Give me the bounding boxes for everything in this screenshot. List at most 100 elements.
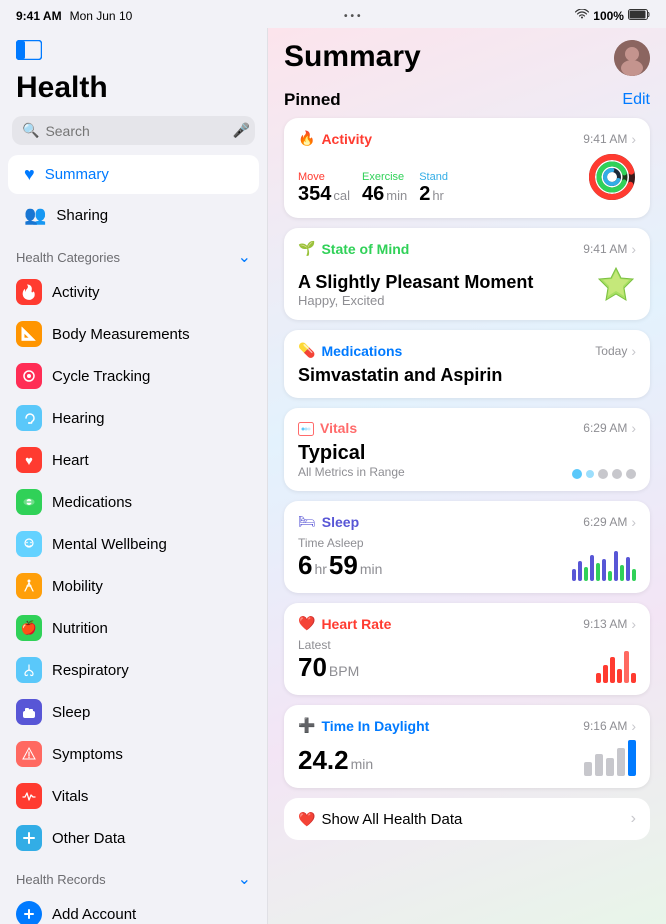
category-respiratory[interactable]: Respiratory: [0, 649, 267, 691]
daylight-card[interactable]: ➕ Time In Daylight 9:16 AM › 24.2 min: [284, 705, 650, 788]
other-icon: [16, 825, 42, 851]
mind-card-body: A Slightly Pleasant Moment Happy, Excite…: [298, 263, 636, 308]
meds-value: Simvastatin and Aspirin: [298, 365, 636, 386]
category-sleep[interactable]: Sleep: [0, 691, 267, 733]
status-bar: 9:41 AM Mon Jun 10 ••• 100%: [0, 0, 666, 28]
sleep-card[interactable]: 🛏 Sleep 6:29 AM › Time Asleep 6 hr 59 mi…: [284, 501, 650, 593]
daylight-card-time: 9:16 AM: [583, 719, 627, 733]
sleep-hours: 6: [298, 550, 312, 581]
meds-card-icon: 💊: [298, 342, 315, 359]
vitals-card[interactable]: Vitals 6:29 AM › Typical All Metrics in …: [284, 408, 650, 491]
main-title: Summary: [284, 40, 421, 74]
vitals-card-chevron: ›: [631, 420, 636, 436]
sleep-card-time: 6:29 AM: [583, 515, 627, 529]
category-nutrition[interactable]: 🍎 Nutrition: [0, 607, 267, 649]
category-vitals[interactable]: Vitals: [0, 775, 267, 817]
category-mental-label: Mental Wellbeing: [52, 536, 167, 553]
activity-icon: 🔥: [16, 279, 42, 305]
activity-card-icon: 🔥: [298, 130, 315, 147]
sleep-bar-graphic: [572, 545, 636, 581]
category-activity-label: Activity: [52, 284, 100, 301]
category-heart[interactable]: ♥ Heart: [0, 439, 267, 481]
category-nutrition-label: Nutrition: [52, 620, 108, 637]
mind-card-icon: 🌱: [298, 240, 315, 257]
activity-card[interactable]: 🔥 Activity 9:41 AM › Move 354 cal: [284, 118, 650, 218]
category-medications[interactable]: Medications: [0, 481, 267, 523]
health-categories-label: Health Categories: [16, 250, 120, 265]
add-account-item[interactable]: Add Account: [0, 893, 267, 924]
body-icon: 📐: [16, 321, 42, 347]
state-of-mind-card[interactable]: 🌱 State of Mind 9:41 AM › A Slightly Ple…: [284, 228, 650, 320]
sleep-card-title: Sleep: [322, 514, 359, 530]
exercise-unit: min: [386, 188, 407, 203]
category-activity[interactable]: 🔥 Activity: [0, 271, 267, 313]
meds-card-body: Simvastatin and Aspirin: [298, 365, 636, 386]
hearing-icon: [16, 405, 42, 431]
daylight-card-title: Time In Daylight: [321, 718, 429, 734]
vitals-card-header: Vitals 6:29 AM ›: [298, 420, 636, 436]
user-avatar[interactable]: [614, 40, 650, 76]
category-body[interactable]: 📐 Body Measurements: [0, 313, 267, 355]
stand-label: Stand: [419, 171, 448, 183]
status-time: 9:41 AM: [16, 9, 62, 23]
vitals-icon: [16, 783, 42, 809]
category-mobility[interactable]: Mobility: [0, 565, 267, 607]
edit-button[interactable]: Edit: [622, 91, 650, 109]
move-value: 354: [298, 183, 331, 206]
search-bar[interactable]: 🔍 🎤: [12, 116, 255, 145]
sleep-minutes: 59: [329, 550, 358, 581]
microphone-icon[interactable]: 🎤: [232, 122, 249, 139]
activity-metrics: Move 354 cal Exercise 46 min: [298, 171, 588, 206]
sidebar-item-sharing[interactable]: 👥 Sharing: [8, 196, 259, 235]
category-vitals-label: Vitals: [52, 788, 88, 805]
meds-card-header: 💊 Medications Today ›: [298, 342, 636, 359]
category-mental[interactable]: Mental Wellbeing: [0, 523, 267, 565]
stand-unit: hr: [432, 188, 444, 203]
sidebar-title: Health: [16, 71, 251, 104]
battery-indicator: 100%: [593, 9, 624, 23]
move-metric: Move 354 cal: [298, 171, 350, 206]
mind-card-chevron: ›: [631, 241, 636, 257]
category-respiratory-label: Respiratory: [52, 662, 129, 679]
exercise-value: 46: [362, 183, 384, 206]
health-categories-chevron[interactable]: ⌄: [238, 247, 251, 267]
show-all-row[interactable]: ❤️ Show All Health Data ›: [284, 798, 650, 840]
sidebar: Health 🔍 🎤 ♥ Summary 👥 Sharing Health Ca…: [0, 28, 268, 924]
health-records-label: Health Records: [16, 872, 106, 887]
vitals-dots-graphic: [572, 469, 636, 479]
category-symptoms[interactable]: Symptoms: [0, 733, 267, 775]
daylight-card-icon: ➕: [298, 717, 315, 734]
status-dots: •••: [344, 11, 364, 22]
category-other[interactable]: Other Data: [0, 817, 267, 859]
category-mobility-label: Mobility: [52, 578, 103, 595]
health-records-header: Health Records ⌄: [0, 859, 267, 893]
pinned-label: Pinned: [284, 90, 341, 110]
medications-card[interactable]: 💊 Medications Today › Simvastatin and As…: [284, 330, 650, 398]
search-input[interactable]: [45, 123, 226, 139]
daylight-card-header: ➕ Time In Daylight 9:16 AM ›: [298, 717, 636, 734]
sidebar-header: Health: [0, 36, 267, 112]
daylight-unit: min: [351, 756, 374, 772]
sharing-icon: 👥: [24, 205, 46, 226]
sleep-icon: [16, 699, 42, 725]
hr-label: Latest: [298, 638, 359, 652]
heart-rate-card[interactable]: ❤️ Heart Rate 9:13 AM › Latest 70 BPM: [284, 603, 650, 695]
category-symptoms-label: Symptoms: [52, 746, 123, 763]
sidebar-item-summary[interactable]: ♥ Summary: [8, 155, 259, 194]
move-label: Move: [298, 171, 350, 183]
health-records-chevron[interactable]: ⌄: [238, 869, 251, 889]
mind-card-time: 9:41 AM: [583, 242, 627, 256]
activity-card-title: Activity: [321, 131, 372, 147]
sleep-card-chevron: ›: [631, 514, 636, 530]
category-hearing[interactable]: Hearing: [0, 397, 267, 439]
sleep-m-unit: min: [360, 561, 383, 577]
sleep-label: Time Asleep: [298, 536, 382, 550]
category-cycle-label: Cycle Tracking: [52, 368, 150, 385]
mental-icon: [16, 531, 42, 557]
daylight-card-chevron: ›: [631, 718, 636, 734]
summary-icon: ♥: [24, 164, 35, 185]
meds-card-chevron: ›: [631, 343, 636, 359]
category-cycle[interactable]: Cycle Tracking: [0, 355, 267, 397]
symptoms-icon: [16, 741, 42, 767]
hr-value: 70: [298, 652, 327, 683]
